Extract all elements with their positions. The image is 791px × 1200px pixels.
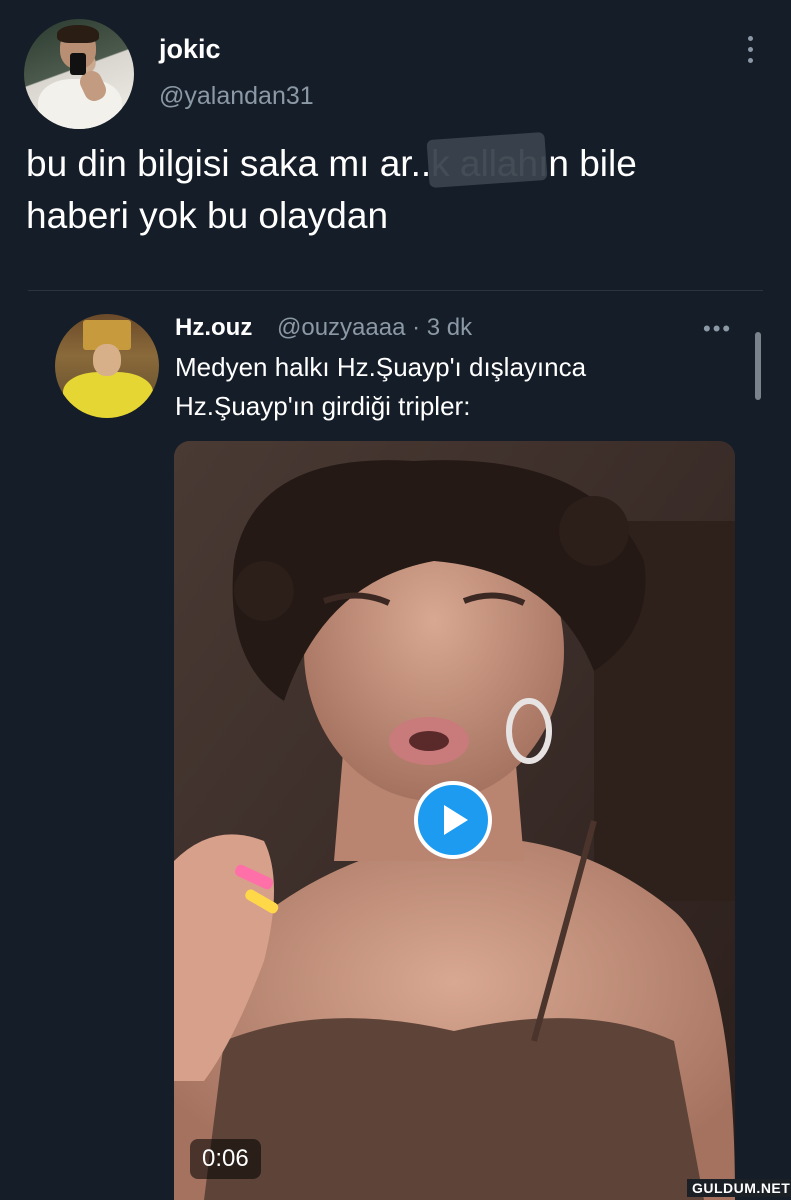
tweet-text-line-1: bu din bilgisi saka mı ar..k allahın bil…	[26, 143, 637, 184]
scrollbar[interactable]	[755, 332, 761, 400]
video-player[interactable]: 0:06	[174, 441, 735, 1200]
author-avatar[interactable]	[24, 19, 134, 129]
quoted-tweet-text: Medyen halkı Hz.Şuayp'ı dışlayınca Hz.Şu…	[175, 348, 735, 426]
quoted-text-line-1: Medyen halkı Hz.Şuayp'ı dışlayınca	[175, 352, 587, 382]
quoted-author-avatar[interactable]	[55, 314, 159, 418]
author-name[interactable]: jokic	[159, 34, 221, 65]
video-duration: 0:06	[190, 1139, 261, 1179]
quoted-text-line-2: Hz.Şuayp'ın girdiği tripler:	[175, 391, 471, 421]
censor-scribble	[426, 131, 548, 189]
tweet-text-line-2: haberi yok bu olaydan	[26, 195, 389, 236]
author-handle[interactable]: @yalandan31	[159, 82, 314, 111]
quoted-author-name[interactable]: Hz.ouz	[175, 314, 252, 342]
play-icon	[444, 805, 468, 835]
quoted-author-meta[interactable]: @ouzyaaaa · 3 dk	[277, 314, 472, 342]
divider	[28, 290, 763, 291]
more-vertical-icon[interactable]	[740, 36, 760, 68]
play-button[interactable]	[414, 781, 492, 859]
more-horizontal-icon[interactable]: •••	[703, 316, 732, 342]
watermark-logo: GULDUM.NET	[687, 1179, 791, 1197]
tweet-text: bu din bilgisi saka mı ar..k allahın bil…	[26, 138, 766, 242]
